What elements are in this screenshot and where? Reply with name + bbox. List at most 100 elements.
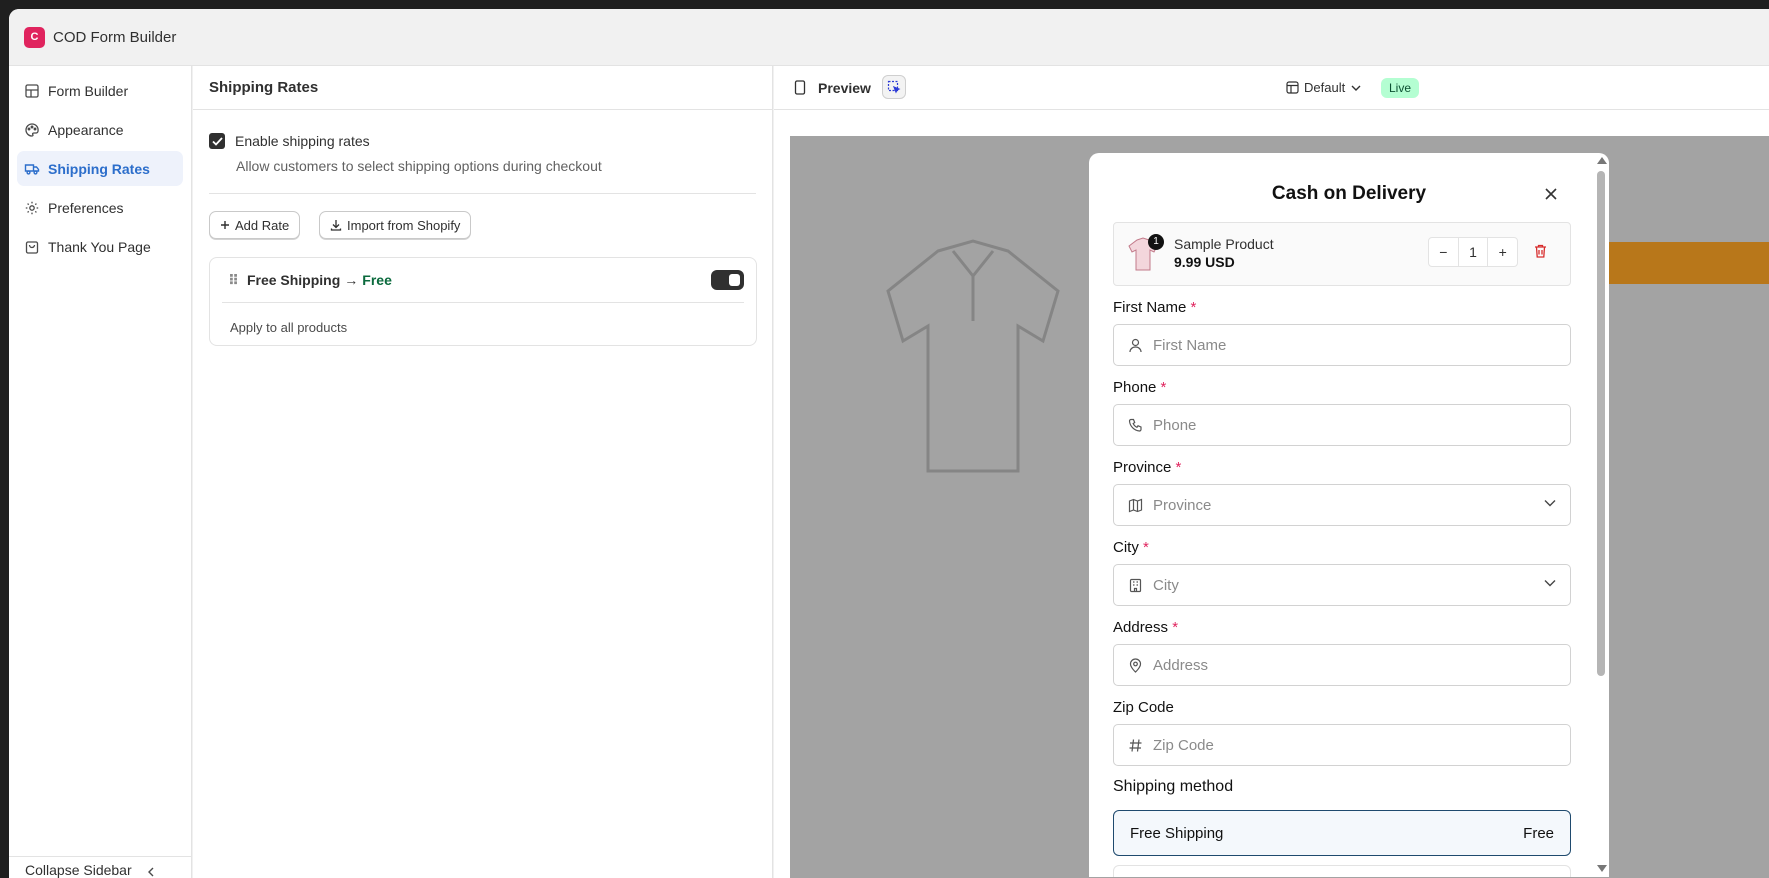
phone-label: Phone * (1113, 379, 1167, 396)
import-from-shopify-button[interactable]: Import from Shopify (319, 211, 472, 239)
map-icon (1128, 498, 1143, 512)
location-pin-icon (1129, 657, 1142, 673)
enable-shipping-checkbox-row[interactable]: Enable shipping rates (209, 133, 370, 149)
select-cursor-icon (887, 80, 901, 94)
template-icon (1286, 81, 1299, 94)
sidebar-item-form-builder[interactable]: Form Builder (17, 73, 183, 108)
city-select[interactable]: City (1113, 564, 1571, 606)
bag-icon (25, 240, 39, 254)
increment-button[interactable]: + (1488, 238, 1517, 266)
product-summary: 1 Sample Product 9.99 USD − 1 + (1113, 222, 1571, 286)
plus-icon (221, 221, 229, 229)
sidebar-item-label: Appearance (48, 121, 124, 138)
rate-arrow-icon: → (344, 272, 359, 288)
collapse-sidebar-button[interactable]: Collapse Sidebar (9, 856, 191, 878)
phone-placeholder: Phone (1153, 416, 1197, 434)
zip-code-field[interactable]: Zip Code (1113, 724, 1571, 766)
scroll-down-arrow[interactable] (1597, 865, 1607, 872)
chevron-left-icon (147, 867, 154, 877)
chevron-down-icon (1544, 580, 1556, 587)
enable-shipping-help: Allow customers to select shipping optio… (236, 158, 602, 174)
rate-enabled-toggle[interactable] (711, 270, 744, 290)
shipping-rate-card[interactable]: ⠿ Free Shipping → Free Apply to all prod… (209, 257, 757, 346)
enable-shipping-label: Enable shipping rates (235, 133, 370, 149)
first-name-field[interactable]: First Name (1113, 324, 1571, 366)
address-field[interactable]: Address (1113, 644, 1571, 686)
app-title: COD Form Builder (53, 28, 177, 46)
mobile-device-icon[interactable] (794, 80, 806, 95)
province-select[interactable]: Province (1113, 484, 1571, 526)
chevron-down-icon (1544, 500, 1556, 507)
quantity-stepper[interactable]: − 1 + (1428, 237, 1518, 267)
city-label: City * (1113, 539, 1149, 556)
shipping-option-price: Free (1523, 824, 1554, 842)
zip-code-label: Zip Code (1113, 699, 1174, 716)
modal-title: Cash on Delivery (1271, 183, 1427, 204)
app-logo-icon: C (24, 26, 45, 48)
sidebar-item-thank-you-page[interactable]: Thank You Page (17, 229, 183, 264)
shipping-option-next[interactable] (1113, 865, 1571, 877)
rate-name: Free Shipping (246, 272, 341, 288)
rate-price: Free (362, 272, 392, 288)
cod-form-modal: Cash on Delivery 1 Sample Product 9.99 U… (1089, 153, 1609, 877)
sidebar-item-label: Shipping Rates (48, 160, 150, 177)
sidebar-item-preferences[interactable]: Preferences (17, 190, 183, 225)
enable-shipping-checkbox[interactable] (209, 133, 225, 149)
first-name-placeholder: First Name (1153, 336, 1227, 354)
building-icon (1129, 578, 1142, 592)
shipping-rates-panel: Shipping Rates Enable shipping rates All… (193, 66, 773, 878)
title-bar: C COD Form Builder (9, 9, 1769, 66)
province-placeholder: Province (1153, 496, 1212, 514)
truck-icon (24, 163, 40, 175)
add-rate-label: Add Rate (235, 217, 290, 233)
sidebar-item-label: Form Builder (48, 82, 129, 99)
collapse-sidebar-label: Collapse Sidebar (25, 862, 132, 878)
sidebar-item-appearance[interactable]: Appearance (17, 112, 183, 147)
first-name-label: First Name * (1113, 299, 1197, 316)
province-label: Province * (1113, 459, 1182, 476)
sidebar-item-label: Thank You Page (48, 238, 151, 255)
address-label: Address * (1113, 619, 1179, 636)
sidebar: Form Builder Appearance Shipping Rates P… (9, 66, 192, 878)
preview-label: Preview (818, 80, 871, 96)
quantity-badge: 1 (1148, 234, 1164, 250)
close-icon[interactable] (1544, 187, 1558, 201)
scroll-up-arrow[interactable] (1597, 157, 1607, 164)
chevron-down-icon (1351, 85, 1361, 91)
user-icon (1129, 338, 1142, 352)
sidebar-item-shipping-rates[interactable]: Shipping Rates (17, 151, 183, 186)
hash-icon (1129, 738, 1142, 752)
drag-handle-icon[interactable]: ⠿ (228, 272, 239, 289)
scrollbar-thumb[interactable] (1597, 171, 1605, 676)
trash-icon[interactable] (1534, 244, 1547, 258)
shipping-option-name: Free Shipping (1130, 824, 1224, 842)
rate-header: ⠿ Free Shipping → Free (210, 258, 756, 302)
divider (222, 302, 744, 303)
inspect-select-button[interactable] (882, 75, 906, 99)
product-name: Sample Product (1174, 236, 1274, 252)
decrement-button[interactable]: − (1429, 238, 1458, 266)
preview-toolbar: Preview Default Live (774, 66, 1769, 110)
import-from-shopify-label: Import from Shopify (347, 217, 461, 233)
zip-code-placeholder: Zip Code (1153, 736, 1214, 754)
phone-field[interactable]: Phone (1113, 404, 1571, 446)
product-shirt-image (886, 239, 1060, 473)
theme-label: Default (1304, 80, 1346, 95)
download-icon (330, 220, 342, 231)
address-placeholder: Address (1153, 656, 1209, 674)
status-badge: Live (1381, 78, 1420, 98)
quantity-value[interactable]: 1 (1457, 238, 1489, 266)
rate-scope: Apply to all products (230, 320, 348, 335)
shipping-option-free[interactable]: Free Shipping Free (1113, 810, 1571, 856)
add-rate-button[interactable]: Add Rate (209, 211, 301, 239)
sidebar-item-label: Preferences (48, 199, 124, 216)
shipping-method-title: Shipping method (1113, 778, 1234, 795)
layout-icon (25, 83, 39, 98)
city-placeholder: City (1153, 576, 1179, 594)
phone-icon (1128, 418, 1142, 432)
panel-title: Shipping Rates (193, 66, 772, 110)
palette-icon (25, 122, 39, 137)
divider (209, 193, 756, 194)
app-window: C COD Form Builder Form Builder Appearan… (9, 9, 1769, 878)
theme-dropdown[interactable]: Default (1286, 80, 1366, 95)
